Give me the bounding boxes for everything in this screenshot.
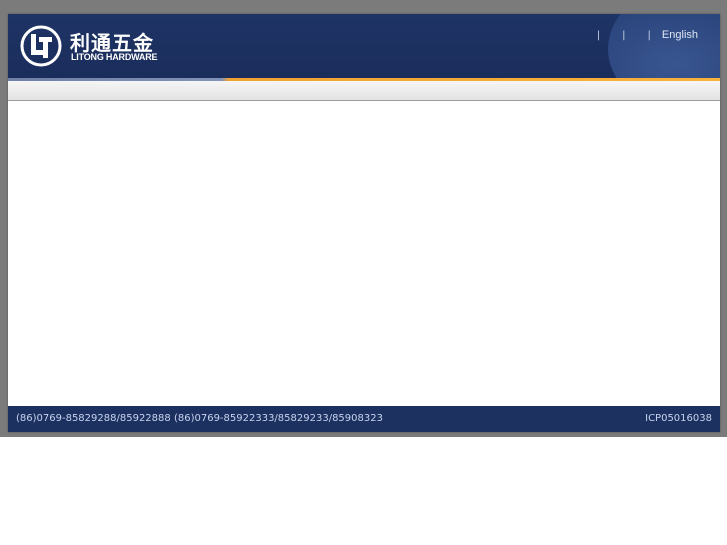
footer-contact: (86)0769-85829288/85922888 (86)0769-8592… (16, 413, 383, 424)
litong-logo-icon (20, 25, 62, 67)
nav-item-2[interactable] (313, 59, 378, 73)
brand-name-en: LITONG HARDWARE (71, 52, 158, 62)
nav-item-7[interactable] (639, 59, 704, 73)
main-nav (248, 59, 704, 73)
breadcrumb-bar (8, 81, 720, 101)
nav-item-3[interactable] (378, 59, 443, 73)
site-frame: 利通五金 LITONG HARDWARE | | | English (86)0… (8, 14, 720, 432)
footer-fax: (86)0769-85922333/85829233/85908323 (173, 413, 383, 424)
toplink-english[interactable]: English (662, 29, 698, 41)
nav-item-6[interactable] (574, 59, 639, 73)
footer-icp[interactable]: ICP05016038 (645, 413, 712, 424)
toplink-separator: | (647, 29, 651, 41)
nav-item-4[interactable] (443, 59, 508, 73)
toplink-separator: | (622, 29, 626, 41)
nav-item-5[interactable] (509, 59, 574, 73)
toplink-separator: | (596, 29, 601, 41)
main-content (8, 101, 720, 405)
site-header: 利通五金 LITONG HARDWARE | | | English (8, 14, 720, 78)
top-links: | | | English (586, 28, 698, 42)
site-footer: (86)0769-85829288/85922888 (86)0769-8592… (8, 406, 720, 432)
nav-item-1[interactable] (248, 59, 313, 73)
footer-phone: (86)0769-85829288/85922888 (16, 413, 171, 424)
